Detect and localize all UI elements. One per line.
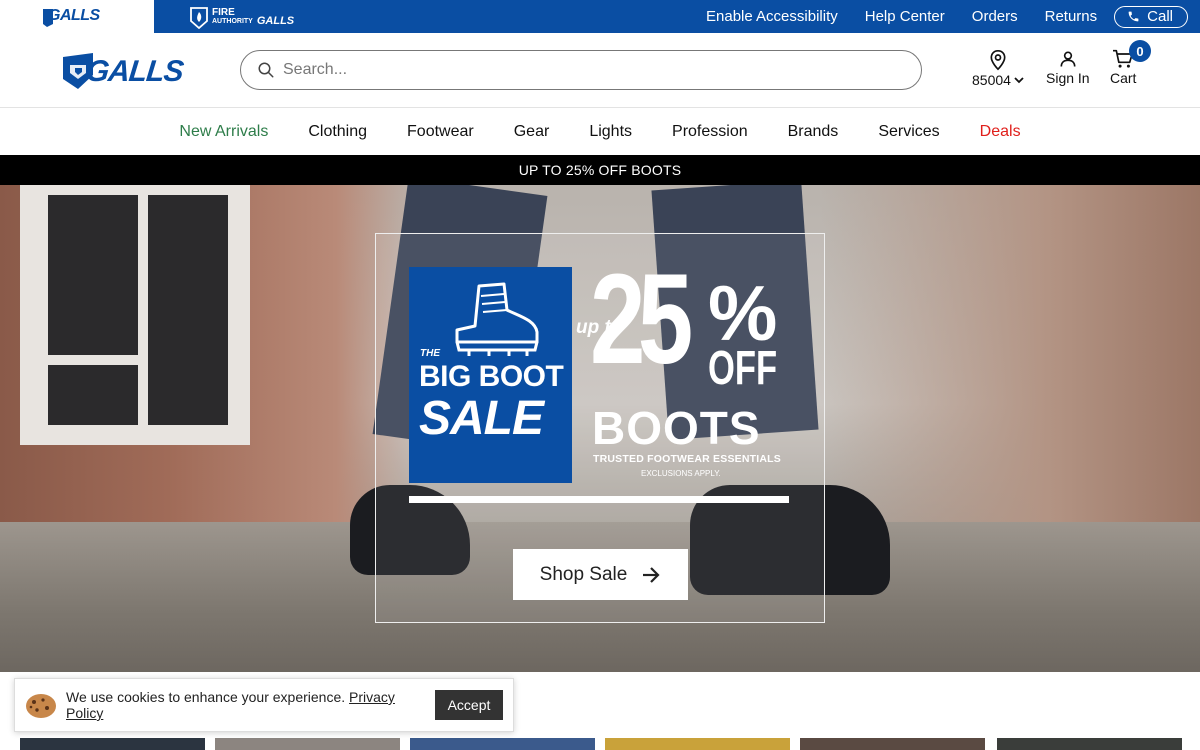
category-thumb[interactable]	[800, 738, 985, 750]
hero-promo-card: THE BIG BOOT SALE up to 25 % OFF BOOTS T…	[375, 233, 825, 623]
location-pin-icon	[990, 49, 1006, 71]
cookie-text: We use cookies to enhance your experienc…	[66, 689, 346, 705]
offer-off: OFF	[708, 342, 778, 395]
help-center-link[interactable]: Help Center	[865, 8, 945, 25]
hero-banner[interactable]: THE BIG BOOT SALE up to 25 % OFF BOOTS T…	[0, 185, 1200, 672]
utility-bar: GALLS FIRE AUTHORITY GALLS Enable Access…	[0, 0, 1200, 33]
sign-in[interactable]: Sign In	[1046, 49, 1090, 86]
site-header: GALLS 85004 Sign In	[0, 33, 1200, 108]
returns-link[interactable]: Returns	[1045, 8, 1098, 25]
galls-logo[interactable]: GALLS	[60, 49, 190, 91]
enable-accessibility-link[interactable]: Enable Accessibility	[706, 8, 838, 25]
nav-gear[interactable]: Gear	[514, 123, 550, 141]
store-location[interactable]: 85004	[972, 49, 1025, 88]
cart-count-badge: 0	[1129, 40, 1151, 62]
category-thumbnails	[0, 738, 1200, 750]
nav-footwear[interactable]: Footwear	[407, 123, 474, 141]
utility-links: Enable Accessibility Help Center Orders …	[706, 0, 1200, 33]
cookie-icon	[26, 694, 56, 718]
sale-big-boot-text: BIG BOOT	[419, 360, 564, 393]
promo-divider	[409, 496, 789, 503]
nav-profession[interactable]: Profession	[672, 123, 748, 141]
nav-lights[interactable]: Lights	[589, 123, 632, 141]
arrow-right-icon	[643, 566, 660, 583]
offer-tagline: TRUSTED FOOTWEAR ESSENTIALS	[593, 453, 781, 465]
nav-clothing[interactable]: Clothing	[308, 123, 367, 141]
cart-label: Cart	[1110, 70, 1137, 86]
fire-authority-brand: GALLS	[256, 15, 295, 27]
nav-new-arrivals[interactable]: New Arrivals	[179, 123, 268, 141]
hero-background-window	[20, 185, 250, 445]
location-zip: 85004	[972, 72, 1011, 88]
offer-percent-sign: %	[708, 269, 778, 357]
main-nav: New Arrivals Clothing Footwear Gear Ligh…	[0, 108, 1200, 155]
galls-logo-text: GALLS	[84, 55, 185, 88]
galls-brand-text: GALLS	[48, 7, 100, 24]
sale-sale-text: SALE	[419, 392, 544, 445]
search-icon	[258, 62, 274, 78]
category-thumb[interactable]	[410, 738, 595, 750]
phone-icon	[1128, 11, 1139, 22]
sale-the-text: THE	[420, 348, 440, 359]
orders-link[interactable]: Orders	[972, 8, 1018, 25]
promo-strip[interactable]: UP TO 25% OFF BOOTS	[0, 155, 1200, 185]
cookie-message: We use cookies to enhance your experienc…	[66, 689, 416, 721]
cookie-banner: We use cookies to enhance your experienc…	[14, 678, 514, 732]
shop-sale-label: Shop Sale	[539, 563, 628, 585]
category-thumb[interactable]	[997, 738, 1182, 750]
chevron-down-icon	[1014, 76, 1024, 83]
nav-services[interactable]: Services	[878, 123, 939, 141]
call-button[interactable]: Call	[1114, 5, 1188, 28]
category-thumb[interactable]	[605, 738, 790, 750]
sign-in-label: Sign In	[1046, 70, 1090, 86]
user-icon	[1060, 51, 1076, 67]
offer-boots: BOOTS	[592, 402, 761, 454]
fire-authority-line1: FIRE	[212, 7, 235, 18]
boot-icon	[455, 282, 539, 356]
offer-exclusions: EXCLUSIONS APPLY.	[641, 469, 721, 478]
shop-sale-button[interactable]: Shop Sale	[513, 549, 688, 600]
search-input[interactable]	[283, 61, 883, 79]
fire-authority-line2: AUTHORITY	[212, 18, 253, 25]
nav-brands[interactable]: Brands	[788, 123, 839, 141]
big-boot-sale-badge: THE BIG BOOT SALE	[409, 267, 572, 483]
offer-percent: 25	[590, 248, 693, 391]
category-thumb[interactable]	[215, 738, 400, 750]
fire-authority-logo[interactable]: FIRE AUTHORITY GALLS	[190, 4, 294, 30]
category-thumb[interactable]	[20, 738, 205, 750]
search-bar[interactable]	[240, 50, 922, 90]
galls-brand-tab[interactable]: GALLS	[0, 0, 154, 33]
nav-deals[interactable]: Deals	[980, 123, 1021, 141]
accept-cookies-button[interactable]: Accept	[435, 690, 503, 720]
call-label: Call	[1147, 8, 1173, 25]
flame-shield-icon	[190, 7, 208, 29]
